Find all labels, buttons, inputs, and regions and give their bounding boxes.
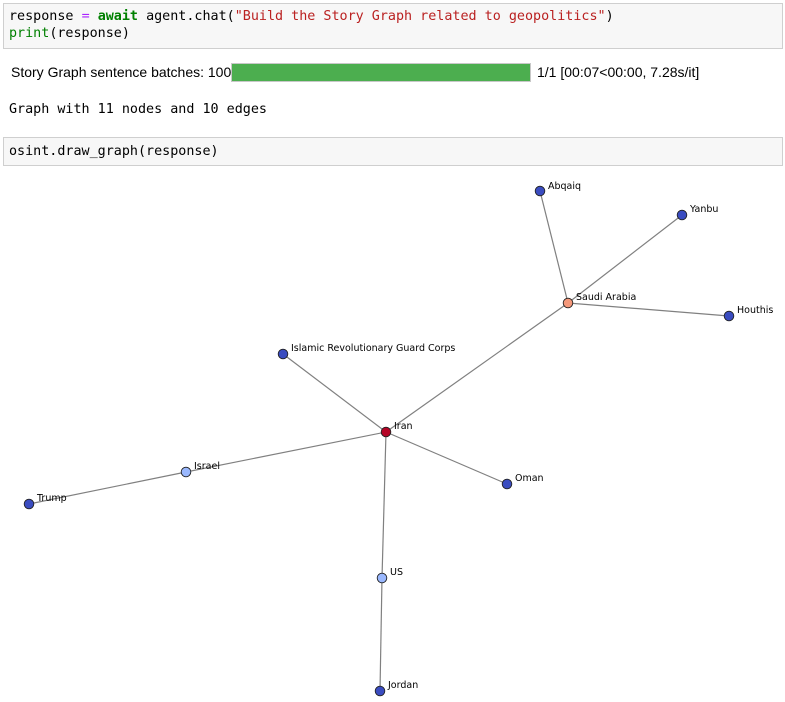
code-token-prompt-string: "Build the Story Graph related to geopol… — [234, 9, 606, 24]
edge-iran-us — [381, 431, 387, 579]
node-oman — [501, 478, 513, 490]
graph-nodes — [23, 185, 735, 697]
code-token-await: await — [97, 9, 138, 24]
graph-edges — [28, 190, 730, 692]
progress-bar-fill — [232, 64, 530, 81]
node-label-us: US — [390, 567, 403, 578]
node-label-jordan: Jordan — [387, 680, 418, 691]
node-label-yanbu: Yanbu — [689, 204, 718, 215]
node-yanbu — [676, 209, 688, 221]
code-token-close-paren: ) — [605, 9, 614, 24]
code-token-assign: = — [81, 9, 90, 24]
node-label-abqaiq: Abqaiq — [548, 181, 581, 192]
progress-label: Story Graph sentence batches: 100% — [11, 64, 244, 80]
edge-us-jordan — [379, 577, 383, 692]
node-label-houthis: Houthis — [737, 305, 773, 316]
code-token-print-args: (response) — [49, 26, 130, 41]
graph-labels: Abqaiq Yanbu Saudi Arabia Houthis Islamic Re… — [36, 181, 773, 691]
edge-abqaiq-saudi — [539, 190, 569, 304]
edge-saudi-houthis — [567, 302, 730, 317]
code-token-response: response — [9, 9, 74, 24]
node-label-israel: Israel — [194, 461, 220, 472]
node-us — [376, 572, 388, 584]
code-cell-chat[interactable]: response = await agent.chat("Build the S… — [3, 3, 783, 49]
progress-bar — [231, 63, 531, 82]
node-saudi — [562, 297, 574, 309]
code-cell-draw-graph[interactable]: osint.draw_graph(response) — [3, 137, 783, 166]
node-abqaiq — [534, 185, 546, 197]
node-label-irgc: Islamic Revolutionary Guard Corps — [291, 343, 455, 354]
edge-iran-oman — [385, 431, 508, 485]
node-trump — [23, 498, 35, 510]
graph-summary-output: Graph with 11 nodes and 10 edges — [9, 102, 267, 117]
code-token-agent-chat: agent.chat( — [146, 9, 235, 24]
node-label-saudi: Saudi Arabia — [576, 292, 636, 303]
node-label-iran: Iran — [394, 421, 413, 432]
node-irgc — [277, 348, 289, 360]
edge-yanbu-saudi — [567, 214, 683, 304]
code-line-draw-graph: osint.draw_graph(response) — [9, 144, 219, 159]
node-israel — [180, 466, 192, 478]
progress-stats: 1/1 [00:07<00:00, 7.28s/it] — [537, 64, 700, 80]
edge-irgc-iran — [282, 353, 387, 433]
node-label-trump: Trump — [36, 493, 67, 504]
node-iran — [380, 426, 392, 438]
edge-saudi-iran — [385, 302, 569, 433]
node-houthis — [723, 310, 735, 322]
story-graph: Abqaiq Yanbu Saudi Arabia Houthis Islamic Re… — [23, 181, 773, 697]
code-token-print: print — [9, 26, 50, 41]
node-label-oman: Oman — [515, 473, 544, 484]
node-jordan — [374, 685, 386, 697]
